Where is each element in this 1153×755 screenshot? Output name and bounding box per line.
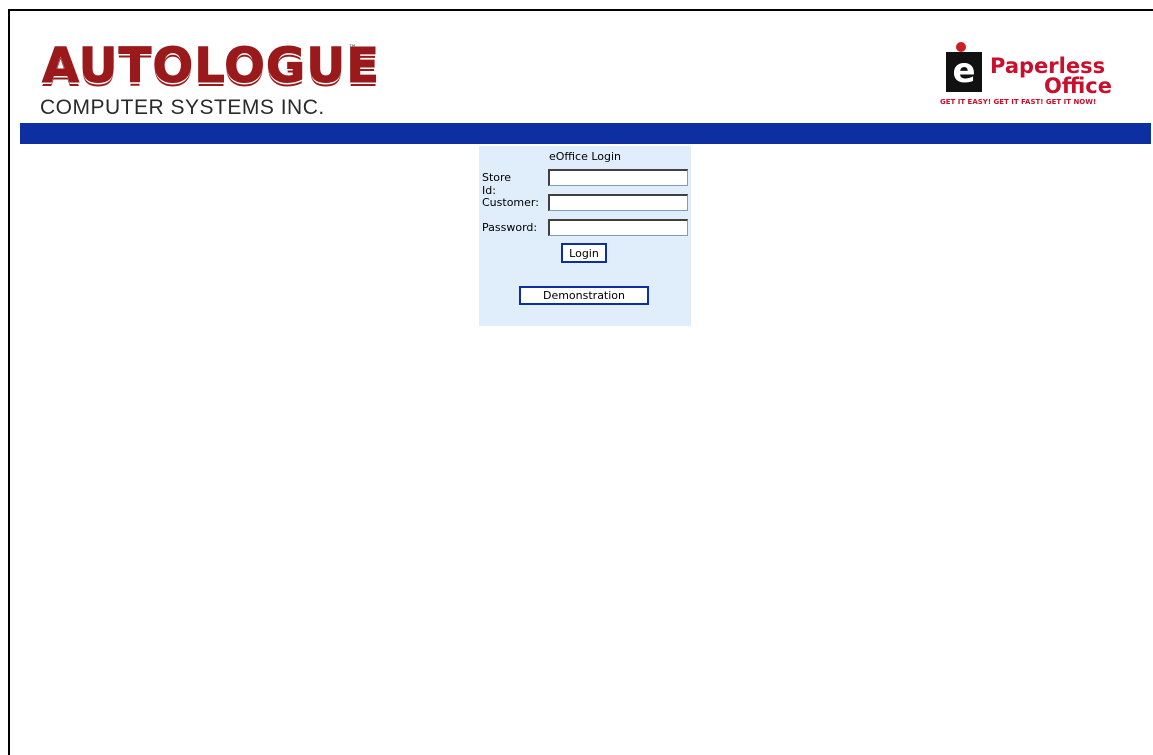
store-id-input[interactable] (548, 169, 688, 186)
autologue-subtitle: COMPUTER SYSTEMS INC. (40, 96, 325, 119)
autologue-brand-text: AUTOLOGUE (41, 38, 381, 95)
customer-label: Customer: (482, 196, 539, 209)
login-title: eOffice Login (548, 150, 622, 163)
autologue-logo: AUTOLOGUE ™ COMPUTER SYSTEMS INC. (30, 30, 380, 120)
logo-tagline: GET IT EASY! GET IT FAST! GET IT NOW! (940, 98, 1097, 106)
demonstration-button[interactable]: Demonstration (519, 286, 649, 305)
trademark-mark: ™ (348, 44, 357, 54)
store-id-label: Store Id: (482, 171, 512, 197)
password-label: Password: (482, 221, 538, 234)
login-button[interactable]: Login (561, 243, 607, 263)
customer-input[interactable] (548, 194, 688, 211)
page-frame (8, 9, 1153, 755)
login-panel: eOffice Login Store Id: Customer: Passwo… (479, 146, 691, 326)
e-letter-icon: e (946, 52, 982, 92)
password-input[interactable] (548, 219, 688, 236)
header-bar (20, 123, 1151, 144)
epaperless-office-logo: e Paperless Office GET IT EASY! GET IT F… (932, 36, 1120, 114)
logo-office-text: Office (1044, 74, 1112, 98)
